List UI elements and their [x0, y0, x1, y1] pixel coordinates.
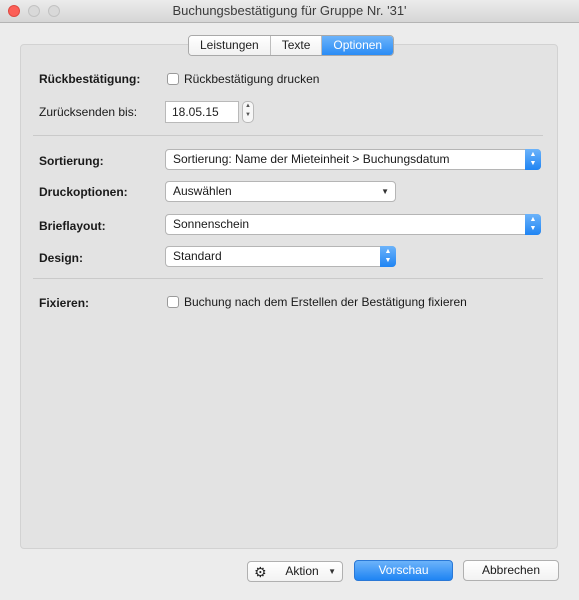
sortierung-select[interactable]: Sortierung: Name der Mieteinheit > Buchu… [165, 149, 541, 170]
stepper-up-icon[interactable]: ▲ [243, 102, 253, 111]
sortierung-value: Sortierung: Name der Mieteinheit > Buchu… [173, 152, 450, 166]
stepper-down-icon[interactable]: ▼ [243, 111, 253, 120]
vorschau-button[interactable]: Vorschau [354, 560, 453, 581]
druckoptionen-select[interactable]: Auswählen ▼ [165, 181, 396, 202]
tab-bar: Leistungen Texte Optionen [188, 35, 395, 56]
druckoptionen-value: Auswählen [173, 184, 232, 198]
title-bar[interactable]: Buchungsbestätigung für Gruppe Nr. '31' [0, 0, 579, 23]
fixieren-label: Fixieren: [39, 296, 90, 310]
chevron-down-icon: ▼ [328, 567, 336, 576]
fixieren-checkbox[interactable] [167, 296, 179, 308]
rueckbestaetigung-checkbox-label[interactable]: Rückbestätigung drucken [184, 72, 319, 86]
tab-texte[interactable]: Texte [270, 36, 323, 55]
rueckbestaetigung-checkbox[interactable] [167, 73, 179, 85]
design-select[interactable]: Standard ▲ ▼ [165, 246, 396, 267]
separator [33, 135, 543, 136]
window-title: Buchungsbestätigung für Gruppe Nr. '31' [172, 3, 407, 18]
tab-optionen[interactable]: Optionen [322, 36, 394, 55]
design-label: Design: [39, 251, 84, 265]
date-stepper[interactable]: ▲ ▼ [242, 101, 254, 123]
zuruecksenden-date-field[interactable]: 18.05.15 [165, 101, 239, 123]
updown-arrows-icon: ▲ ▼ [380, 246, 396, 267]
chevron-down-icon: ▼ [381, 187, 389, 196]
druckoptionen-label: Druckoptionen: [39, 185, 128, 199]
gear-icon: ⚙ [254, 564, 267, 580]
brieflayout-value: Sonnenschein [173, 217, 250, 231]
updown-arrows-icon: ▲ ▼ [525, 149, 541, 170]
aktion-label: Aktion [285, 564, 319, 578]
abbrechen-button[interactable]: Abbrechen [463, 560, 559, 581]
rueckbestaetigung-label: Rückbestätigung: [39, 72, 141, 86]
fixieren-checkbox-label[interactable]: Buchung nach dem Erstellen der Bestätigu… [184, 295, 467, 309]
brieflayout-select[interactable]: Sonnenschein ▲ ▼ [165, 214, 541, 235]
aktion-button[interactable]: ⚙ Aktion ▼ [247, 561, 343, 582]
options-panel: Rückbestätigung: Rückbestätigung drucken… [20, 44, 558, 549]
design-value: Standard [173, 249, 222, 263]
separator [33, 278, 543, 279]
updown-arrows-icon: ▲ ▼ [525, 214, 541, 235]
brieflayout-label: Brieflayout: [39, 219, 106, 233]
dialog-window: Buchungsbestätigung für Gruppe Nr. '31' … [0, 0, 579, 600]
tab-leistungen[interactable]: Leistungen [189, 36, 271, 55]
sortierung-label: Sortierung: [39, 154, 104, 168]
zuruecksenden-label: Zurücksenden bis: [39, 105, 138, 119]
